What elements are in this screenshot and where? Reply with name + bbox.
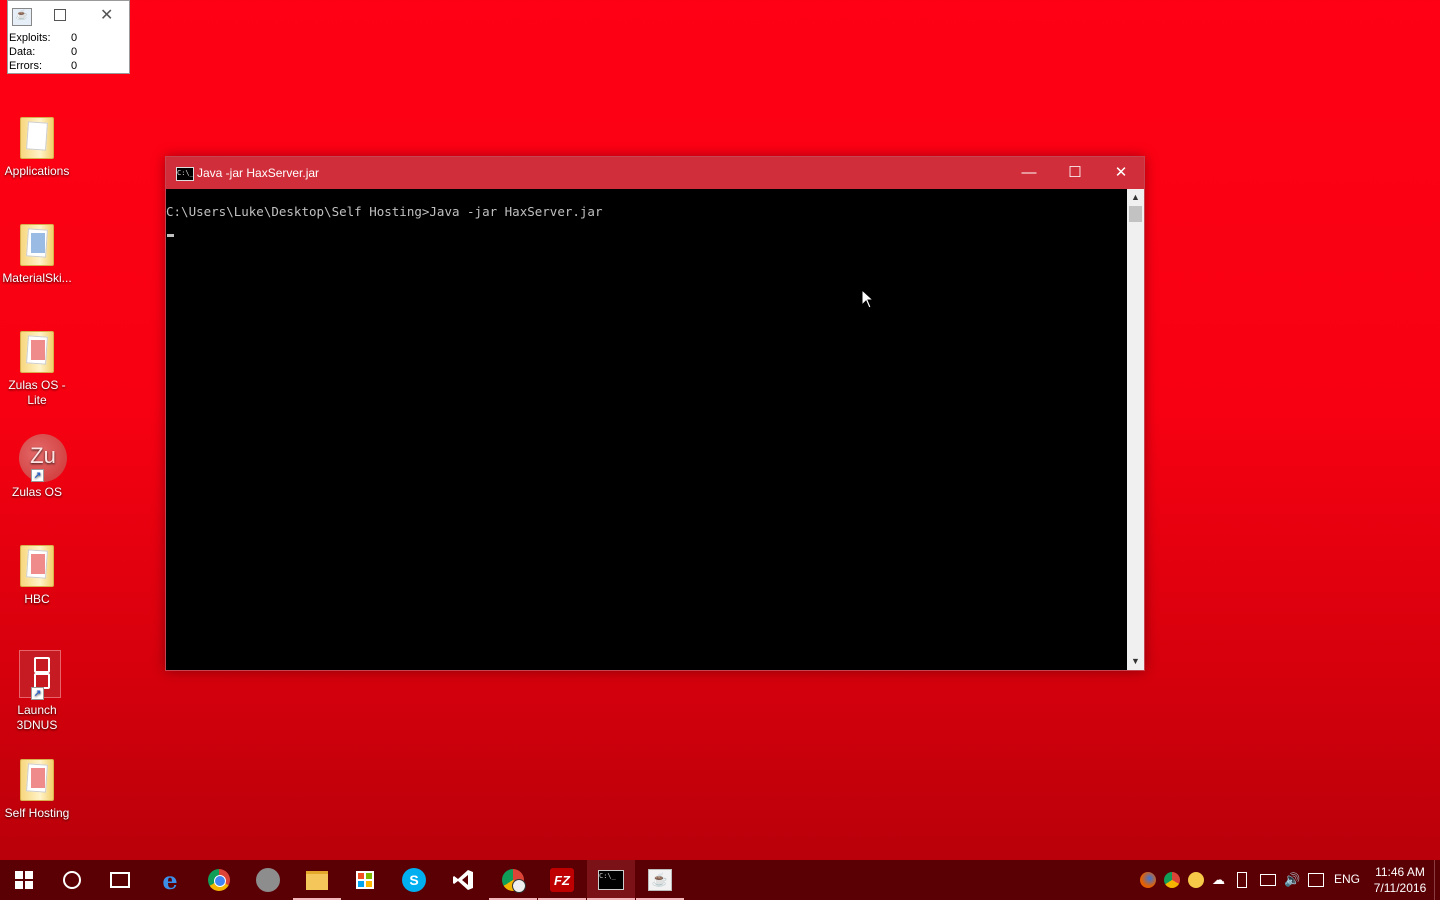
folder-icon (306, 870, 328, 890)
firefox-tray-icon[interactable] (1140, 870, 1156, 890)
stat-row-errors: Errors: 0 (8, 59, 129, 73)
desktop-icon-label: Applications (4, 164, 70, 178)
chrome-user-icon (502, 869, 526, 893)
battery-tray-icon[interactable] (1237, 870, 1247, 890)
edge-icon: e (162, 865, 178, 895)
taskbar-app-store[interactable] (341, 860, 389, 900)
clock-date: 7/11/2016 (1373, 881, 1427, 895)
desktop-icon-label: Zulas OS - Lite (8, 378, 66, 407)
folder-icon (20, 331, 54, 373)
visual-studio-icon (453, 870, 473, 890)
minimize-button[interactable]: — (1006, 157, 1052, 189)
clock-time: 11:46 AM (1375, 865, 1425, 879)
stats-window-titlebar[interactable]: ☕ ✕ (8, 1, 129, 31)
desktop-icon-zulas-os-lite[interactable]: Zulas OS - Lite (0, 331, 74, 408)
maximize-button[interactable] (54, 9, 66, 21)
close-button[interactable]: ✕ (100, 5, 113, 25)
java-icon: ☕ (12, 8, 32, 26)
stat-label: Exploits: (9, 32, 51, 44)
console-output[interactable]: C:\Users\Luke\Desktop\Self Hosting>Java … (166, 189, 1127, 670)
vertical-scrollbar[interactable]: ▲ ▼ (1127, 189, 1144, 670)
store-icon (356, 871, 374, 889)
taskbar-app-chrome-user[interactable] (489, 860, 537, 900)
grey-circle-icon (256, 868, 280, 892)
task-view-icon (110, 872, 130, 888)
console-window[interactable]: C:\_ Java -jar HaxServer.jar — ☐ ✕ C:\Us… (165, 156, 1145, 671)
stats-window: ☕ ✕ Exploits: 0 Data: 0 Errors: 0 (7, 0, 130, 74)
chrome-tray-icon[interactable] (1164, 870, 1180, 890)
chrome-icon (208, 869, 230, 891)
stat-row-exploits: Exploits: 0 (8, 31, 129, 45)
skype-icon: S (402, 868, 426, 892)
desktop-icon-label: Launch 3DNUS (16, 703, 58, 732)
folder-icon (20, 545, 54, 587)
desktop-icon-hbc[interactable]: HBC (0, 545, 74, 607)
desktop-icon-label: HBC (24, 592, 50, 606)
close-button[interactable]: ✕ (1098, 157, 1144, 189)
language-indicator[interactable]: ENG (1334, 872, 1360, 886)
clock[interactable]: 11:46 AM 7/11/2016 (1364, 864, 1436, 896)
filezilla-icon: FZ (550, 868, 574, 892)
cortana-button[interactable] (48, 860, 96, 900)
taskbar-app-cmd[interactable]: C:\_ (587, 860, 635, 900)
desktop-icon-label: Zulas OS (11, 485, 62, 499)
desktop-icon-zulas-os[interactable]: Zu ↗ Zulas OS (0, 434, 74, 500)
taskbar-app-file-explorer[interactable] (293, 860, 341, 900)
taskbar-app-chrome[interactable] (195, 860, 243, 900)
stat-value: 0 (71, 60, 78, 72)
stat-label: Data: (9, 46, 36, 58)
shortcut-arrow-icon: ↗ (31, 469, 44, 482)
scroll-up-icon[interactable]: ▲ (1127, 189, 1144, 206)
windows-start-icon (15, 871, 33, 889)
desktop-icon-self-hosting[interactable]: Self Hosting (0, 759, 74, 821)
onedrive-tray-icon[interactable]: ☁ (1212, 870, 1225, 890)
taskbar-app-java[interactable]: ☕ (636, 860, 684, 900)
folder-icon (20, 224, 54, 266)
desktop-icon-launch-3dnus[interactable]: ↗ Launch 3DNUS (0, 650, 74, 733)
folder-icon (20, 117, 54, 159)
desktop-icon-label: Self Hosting (4, 806, 70, 820)
command-prompt-icon: C:\_ (176, 167, 194, 181)
java-icon: ☕ (648, 869, 672, 891)
task-view-button[interactable] (96, 860, 144, 900)
folder-icon (20, 759, 54, 801)
stat-row-data: Data: 0 (8, 45, 129, 59)
show-desktop-button[interactable] (1434, 860, 1440, 900)
scroll-thumb[interactable] (1129, 206, 1142, 222)
mouse-pointer-icon (861, 289, 875, 309)
shortcut-arrow-icon: ↗ (31, 687, 44, 700)
desktop-icon-materialskin[interactable]: MaterialSki... (0, 224, 74, 286)
action-center-tray-icon[interactable] (1308, 870, 1324, 890)
stat-value: 0 (71, 32, 78, 44)
taskbar-app-skype[interactable]: S (390, 860, 438, 900)
desktop-icon-applications[interactable]: Applications (0, 117, 74, 179)
taskbar: e S FZ C:\_ ☕ ☁ 🔊 ENG 11:46 AM 7/11/2016 (0, 860, 1440, 900)
taskbar-app-grey[interactable] (244, 860, 292, 900)
command-prompt-icon: C:\_ (598, 870, 624, 890)
stat-label: Errors: (9, 60, 42, 72)
console-titlebar[interactable]: C:\_ Java -jar HaxServer.jar — ☐ ✕ (166, 157, 1144, 189)
app-tray-icon[interactable] (1188, 870, 1204, 890)
window-title: Java -jar HaxServer.jar (197, 166, 320, 180)
text-cursor (167, 234, 174, 237)
scroll-down-icon[interactable]: ▼ (1127, 653, 1144, 670)
desktop-icon-label: MaterialSki... (2, 271, 72, 285)
command-line: C:\Users\Luke\Desktop\Self Hosting>Java … (166, 204, 603, 219)
taskbar-app-filezilla[interactable]: FZ (538, 860, 586, 900)
search-circle-icon (63, 871, 81, 889)
maximize-button[interactable]: ☐ (1052, 157, 1098, 189)
network-tray-icon[interactable] (1260, 870, 1276, 890)
taskbar-app-visual-studio[interactable] (439, 860, 487, 900)
taskbar-app-edge[interactable]: e (146, 860, 194, 900)
volume-tray-icon[interactable]: 🔊 (1284, 870, 1300, 890)
start-button[interactable] (0, 860, 48, 900)
stat-value: 0 (71, 46, 78, 58)
